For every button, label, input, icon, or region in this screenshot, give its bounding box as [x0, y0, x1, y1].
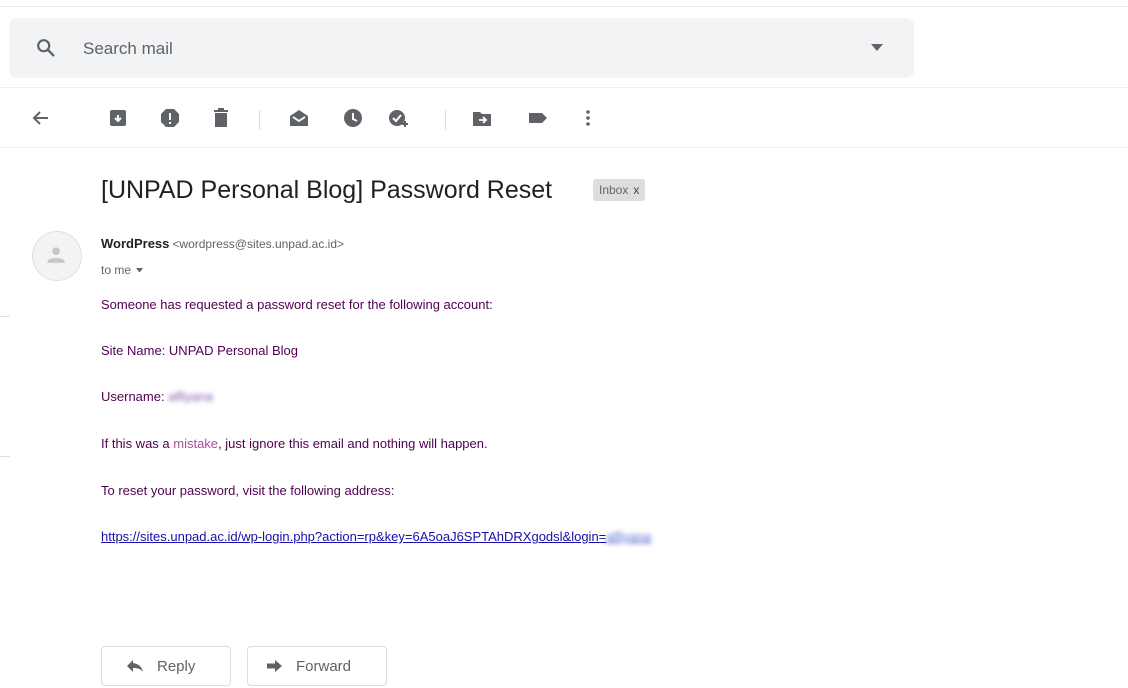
forward-icon [267, 660, 282, 672]
sender-address: <wordpress@sites.unpad.ac.id> [172, 237, 345, 251]
reply-label: Reply [157, 657, 196, 675]
body-line-username: Username: alfiyana [101, 389, 213, 404]
link-text: https://sites.unpad.ac.id/wp-login.php?a… [101, 529, 607, 544]
reset-link[interactable]: https://sites.unpad.ac.id/wp-login.php?a… [101, 529, 651, 544]
delete-icon[interactable] [209, 106, 233, 130]
toolbar-separator [445, 110, 446, 130]
reply-icon [127, 660, 143, 672]
edge-divider [0, 316, 10, 317]
search-icon[interactable] [35, 37, 57, 59]
reply-button[interactable]: Reply [101, 646, 231, 686]
toolbar-separator [259, 110, 260, 130]
person-icon [47, 247, 65, 263]
toolbar-bottom-divider [0, 147, 1128, 148]
body-line-mistake: If this was a mistake, just ignore this … [101, 436, 488, 451]
edge-divider [0, 456, 10, 457]
chevron-down-icon[interactable] [136, 267, 144, 273]
body-line-site-name: Site Name: UNPAD Personal Blog [101, 343, 299, 358]
report-spam-icon[interactable] [158, 106, 182, 130]
sender-info: WordPress <wordpress@sites.unpad.ac.id> [101, 236, 344, 251]
label-icon[interactable] [526, 106, 550, 130]
add-task-icon[interactable] [386, 106, 410, 130]
search-options-dropdown-icon[interactable] [871, 44, 883, 52]
inbox-label-chip[interactable]: Inbox x [593, 179, 646, 201]
back-arrow-icon[interactable] [29, 106, 53, 130]
link-login-redacted: alfiyana [606, 529, 652, 544]
forward-button[interactable]: Forward [247, 646, 387, 686]
snooze-icon[interactable] [341, 106, 365, 130]
body-line-instructions: To reset your password, visit the follow… [101, 483, 395, 498]
recipient-label: to me [101, 263, 132, 277]
body-text-segment: , just ignore this email and nothing wil… [218, 436, 488, 451]
username-label: Username: [101, 389, 165, 404]
sender-name[interactable]: WordPress [101, 236, 169, 251]
body-line-1: Someone has requested a password reset f… [101, 297, 493, 312]
archive-icon[interactable] [106, 106, 130, 130]
move-to-icon[interactable] [470, 106, 494, 130]
remove-label-button[interactable]: x [633, 183, 639, 197]
username-value-redacted: alfiyana [168, 389, 214, 404]
search-bar[interactable] [9, 18, 914, 78]
highlighted-word: mistake [173, 436, 219, 451]
email-subject: [UNPAD Personal Blog] Password Reset [101, 176, 553, 204]
toolbar-top-divider [0, 87, 1128, 88]
mark-unread-icon[interactable] [287, 106, 311, 130]
avatar[interactable] [32, 231, 82, 281]
more-icon[interactable] [576, 106, 600, 130]
recipient-details[interactable]: to me [101, 263, 144, 277]
label-text: Inbox [599, 183, 629, 197]
body-text-segment: If this was a [101, 436, 174, 451]
reset-link-anchor[interactable]: https://sites.unpad.ac.id/wp-login.php?a… [101, 529, 651, 544]
top-divider [0, 6, 1128, 7]
message-toolbar [0, 96, 1128, 140]
search-input[interactable] [81, 32, 845, 66]
forward-label: Forward [296, 657, 352, 675]
